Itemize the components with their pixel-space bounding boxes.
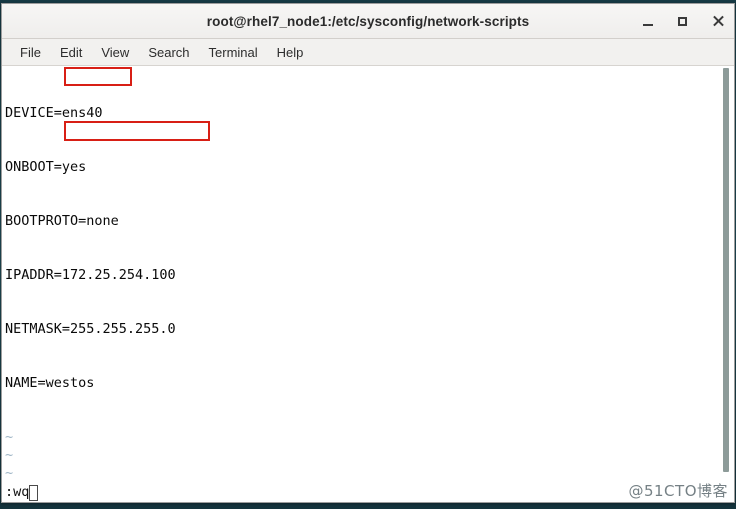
minimize-button[interactable] <box>639 13 656 30</box>
vi-command-text: :wq <box>5 484 30 500</box>
ipaddr-value-highlight <box>64 121 210 141</box>
editor-empty-lines: ~~~~~~~~~~~~~~~~~~ <box>5 428 722 482</box>
editor-line: BOOTPROTO=none <box>5 213 119 229</box>
editor-line: IPADDR=172.25.254.100 <box>5 267 176 283</box>
close-button[interactable] <box>709 13 726 30</box>
menu-item-view[interactable]: View <box>92 43 139 62</box>
maximize-button[interactable] <box>674 13 691 30</box>
editor-empty-line-marker: ~ <box>5 429 14 445</box>
menu-item-file[interactable]: File <box>11 43 51 62</box>
close-icon <box>712 15 724 27</box>
vi-command-line[interactable]: :wq <box>2 482 734 502</box>
terminal-viewport[interactable]: DEVICE=ens40 ONBOOT=yes BOOTPROTO=none I… <box>2 66 734 482</box>
minimize-icon <box>642 23 653 26</box>
device-value-highlight <box>64 67 132 86</box>
menu-item-help[interactable]: Help <box>268 43 314 62</box>
menu-item-search[interactable]: Search <box>139 43 199 62</box>
editor-line: ONBOOT=yes <box>5 159 87 175</box>
editor-empty-line-marker: ~ <box>5 465 14 481</box>
menu-item-edit[interactable]: Edit <box>51 43 92 62</box>
menu-item-terminal[interactable]: Terminal <box>200 43 268 62</box>
scrollbar-track[interactable] <box>722 66 732 482</box>
editor-line: NAME=westos <box>5 375 95 391</box>
text-cursor <box>29 485 39 501</box>
editor-line: DEVICE=ens40 <box>5 105 103 121</box>
vi-editor-buffer[interactable]: DEVICE=ens40 ONBOOT=yes BOOTPROTO=none I… <box>2 66 722 482</box>
watermark: @51CTO博客 <box>628 482 728 500</box>
editor-empty-line-marker: ~ <box>5 447 14 463</box>
window-titlebar[interactable]: root@rhel7_node1:/etc/sysconfig/network-… <box>2 4 734 39</box>
terminal-window: root@rhel7_node1:/etc/sysconfig/network-… <box>1 3 735 503</box>
menubar: File Edit View Search Terminal Help <box>2 39 734 66</box>
editor-line: NETMASK=255.255.255.0 <box>5 321 176 337</box>
scrollbar-thumb[interactable] <box>723 68 729 472</box>
maximize-icon <box>678 16 687 26</box>
window-controls <box>639 4 726 38</box>
window-title: root@rhel7_node1:/etc/sysconfig/network-… <box>206 13 530 29</box>
